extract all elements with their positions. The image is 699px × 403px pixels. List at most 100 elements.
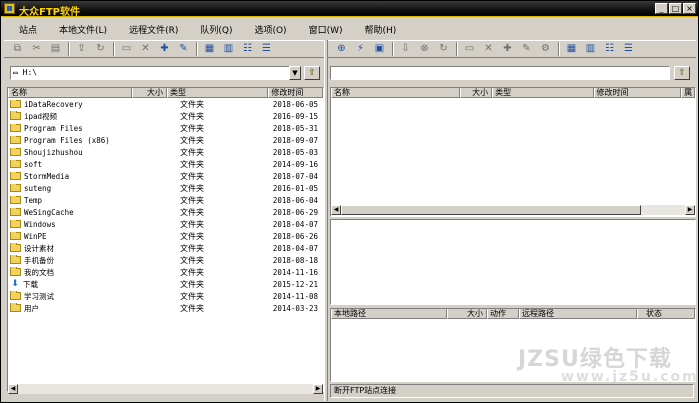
local-path-dropdown-button[interactable]: ▼	[289, 66, 301, 80]
details-view-icon[interactable]: ☰	[259, 42, 274, 56]
column-modified[interactable]: 修改时间	[268, 88, 323, 98]
file-list-row[interactable]: WinPE 文件夹 2018-06-26	[8, 230, 323, 242]
maximize-button[interactable]: □	[669, 3, 682, 14]
toolbar-separator	[558, 42, 560, 56]
close-button[interactable]: ×	[683, 3, 696, 14]
new-folder-icon[interactable]: ✚	[157, 42, 172, 56]
remote-details-view-icon[interactable]: ☰	[621, 42, 636, 56]
menu-remote-files[interactable]: 远程文件(R)	[115, 23, 186, 36]
remote-path-input[interactable]	[330, 66, 670, 80]
remote-column-size[interactable]: 大小	[460, 88, 493, 98]
remote-scroll-left-button[interactable]: ◀	[331, 205, 341, 215]
file-list-row[interactable]: suteng 文件夹 2016-01-05	[8, 182, 323, 194]
file-name-cell: 我的文档	[8, 266, 168, 278]
toolbar-separator	[68, 42, 70, 56]
file-list-row[interactable]: Temp 文件夹 2018-06-04	[8, 194, 323, 206]
remote-delete-icon[interactable]: ✕	[481, 42, 496, 56]
scroll-left-button[interactable]: ◀	[8, 384, 18, 394]
menu-local-files[interactable]: 本地文件(L)	[45, 23, 115, 36]
file-name-cell: ipad视频	[8, 110, 168, 122]
column-size[interactable]: 大小	[132, 88, 167, 98]
folder-icon	[10, 159, 21, 168]
refresh-icon[interactable]: ↻	[93, 42, 108, 56]
file-list-row[interactable]: ipad视频 文件夹 2016-09-15	[8, 110, 323, 122]
menu-help[interactable]: 帮助(H)	[350, 23, 404, 36]
file-list-row[interactable]: 手机备份 文件夹 2018-08-18	[8, 254, 323, 266]
menu-options[interactable]: 选项(O)	[240, 23, 294, 36]
file-list-row[interactable]: 我的文档 文件夹 2014-11-16	[8, 266, 323, 278]
drive-icon: ▭	[13, 68, 18, 77]
remote-column-type[interactable]: 类型	[492, 88, 594, 98]
column-type[interactable]: 类型	[167, 88, 269, 98]
local-path-input[interactable]: ▭ H:\	[10, 66, 294, 80]
menu-queue[interactable]: 队列(Q)	[186, 23, 240, 36]
small-icons-view-icon[interactable]: ▥	[221, 42, 236, 56]
rename-icon[interactable]: ✎	[176, 42, 191, 56]
file-list-row[interactable]: Program Files (x86) 文件夹 2018-09-07	[8, 134, 323, 146]
file-list-row[interactable]: iDataRecovery 文件夹 2018-06-05	[8, 98, 323, 110]
file-list-row[interactable]: Windows 文件夹 2018-04-07	[8, 218, 323, 230]
remote-large-icons-view-icon[interactable]: ▦	[564, 42, 579, 56]
menu-site[interactable]: 站点	[3, 23, 45, 36]
remote-scroll-thumb[interactable]	[341, 205, 641, 215]
menu-window[interactable]: 窗口(W)	[295, 23, 351, 36]
local-hscrollbar[interactable]: ◀ ▶	[8, 384, 323, 394]
queue-column-action[interactable]: 动作	[487, 309, 519, 319]
remote-scroll-right-button[interactable]: ▶	[685, 205, 695, 215]
file-list-row[interactable]: 学习测试 文件夹 2014-11-08	[8, 290, 323, 302]
file-name-cell: Program Files	[8, 123, 168, 133]
remote-list-view-icon[interactable]: ☷	[602, 42, 617, 56]
file-list-row[interactable]: Shoujizhushou 文件夹 2018-05-03	[8, 146, 323, 158]
remote-column-attributes[interactable]: 属	[681, 88, 695, 98]
stop-icon[interactable]: ⊗	[417, 42, 432, 56]
large-icons-view-icon[interactable]: ▦	[202, 42, 217, 56]
site-manager-icon[interactable]: ▣	[372, 42, 387, 56]
folder-icon	[10, 99, 21, 108]
column-name[interactable]: 名称	[8, 88, 133, 98]
file-modified-date: 2014-11-08	[272, 291, 318, 301]
file-name-cell: StormMedia	[8, 171, 168, 181]
remote-small-icons-view-icon[interactable]: ▥	[583, 42, 598, 56]
remote-column-modified[interactable]: 修改时间	[593, 88, 682, 98]
upload-icon[interactable]: ⇪	[74, 42, 89, 56]
remote-new-folder-icon[interactable]: ✚	[500, 42, 515, 56]
file-name-cell: 设计素材	[8, 242, 168, 254]
queue-column-status[interactable]: 状态	[637, 309, 695, 319]
scroll-right-button[interactable]: ▶	[313, 384, 323, 394]
quick-connect-icon[interactable]: ⚡	[353, 42, 368, 56]
file-list-row[interactable]: soft 文件夹 2014-09-16	[8, 158, 323, 170]
queue-column-size[interactable]: 大小	[447, 309, 487, 319]
file-list-row[interactable]: StormMedia 文件夹 2018-07-04	[8, 170, 323, 182]
remote-up-folder-button[interactable]: ⇧	[674, 66, 690, 80]
file-list-row[interactable]: WeSingCache 文件夹 2018-06-29	[8, 206, 323, 218]
file-list-row[interactable]: ⬇ 下载 文件夹 2015-12-21	[8, 278, 323, 290]
delete-icon[interactable]: ✕	[138, 42, 153, 56]
file-list-row[interactable]: Program Files 文件夹 2018-05-31	[8, 122, 323, 134]
local-up-folder-button[interactable]: ⇧	[304, 66, 320, 80]
title-bar[interactable]: 大众FTP软件 _ □ ×	[1, 1, 698, 18]
list-view-icon[interactable]: ☷	[240, 42, 255, 56]
remote-chmod-icon[interactable]: ⚙	[538, 42, 553, 56]
folder-icon	[10, 183, 21, 192]
remote-rename-icon[interactable]: ✎	[519, 42, 534, 56]
copy-icon[interactable]: ⧉	[10, 42, 25, 56]
remote-column-name[interactable]: 名称	[331, 88, 461, 98]
remote-list-header: 名称 大小 类型 修改时间 属	[331, 88, 695, 98]
connect-icon[interactable]: ⊕	[334, 42, 349, 56]
file-name: Temp	[24, 195, 43, 205]
file-list-row[interactable]: 设计素材 文件夹 2018-04-07	[8, 242, 323, 254]
remote-hscrollbar[interactable]: ◀ ▶	[331, 205, 695, 215]
minimize-button[interactable]: _	[655, 3, 668, 14]
file-name: soft	[24, 159, 43, 169]
folder-icon	[10, 219, 21, 228]
remote-properties-icon[interactable]: ▭	[462, 42, 477, 56]
queue-column-local-path[interactable]: 本地路径	[331, 309, 447, 319]
remote-toolbar: ⊕ ⚡ ▣ ⇩ ⊗ ↻ ▭ ✕ ✚ ✎ ⚙ ▦ ▥ ☷ ☰	[328, 40, 696, 58]
file-list-row[interactable]: 用户 文件夹 2014-03-23	[8, 302, 323, 314]
paste-icon[interactable]: ▤	[48, 42, 63, 56]
download-icon[interactable]: ⇩	[398, 42, 413, 56]
queue-column-remote-path[interactable]: 远程路径	[519, 309, 637, 319]
properties-icon[interactable]: ▭	[119, 42, 134, 56]
refresh-remote-icon[interactable]: ↻	[436, 42, 451, 56]
cut-icon[interactable]: ✂	[29, 42, 44, 56]
